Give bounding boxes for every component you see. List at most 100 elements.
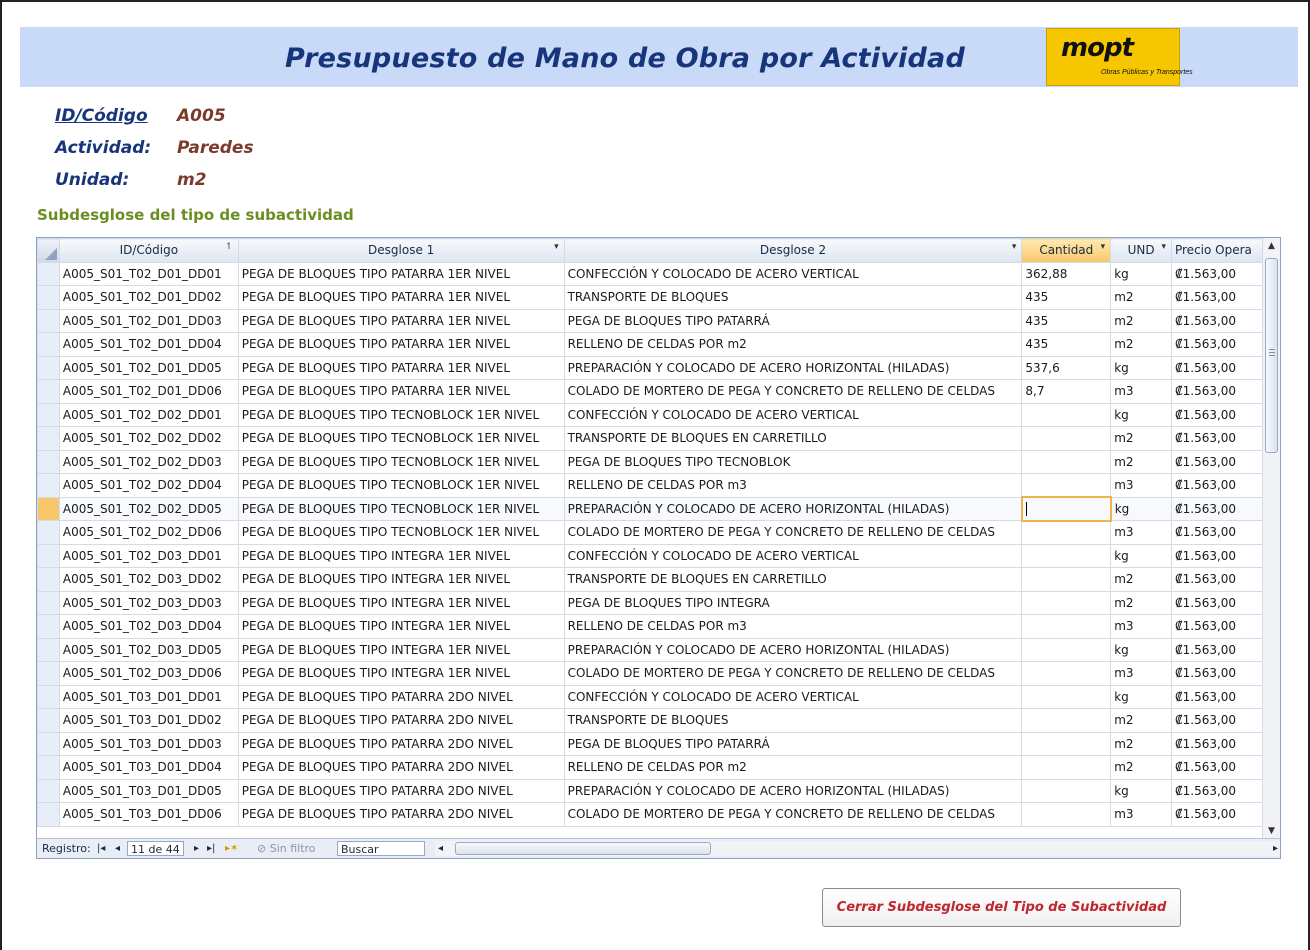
cell-desglose1[interactable]: PEGA DE BLOQUES TIPO PATARRA 1ER NIVEL (237, 379, 565, 404)
cell-cantidad[interactable] (1021, 402, 1112, 427)
cell-precio[interactable]: ₡1.563,00 (1170, 614, 1264, 639)
first-record-icon[interactable]: |◂ (97, 841, 105, 856)
cell-und[interactable]: kg (1110, 543, 1172, 568)
cell-id[interactable]: A005_S01_T03_D01_DD02 (58, 708, 239, 733)
table-row[interactable]: A005_S01_T02_D03_DD02 PEGA DE BLOQUES TIP… (37, 567, 1264, 592)
cell-und[interactable]: kg (1110, 355, 1172, 380)
table-row[interactable]: A005_S01_T02_D03_DD05 PEGA DE BLOQUES TIP… (37, 637, 1264, 662)
table-row[interactable]: A005_S01_T02_D01_DD01 PEGA DE BLOQUES TIP… (37, 261, 1264, 286)
last-record-icon[interactable]: ▸| (207, 841, 215, 856)
cell-id[interactable]: A005_S01_T02_D03_DD02 (58, 567, 239, 592)
cell-id[interactable]: A005_S01_T02_D01_DD06 (58, 379, 239, 404)
dropdown-arrow-icon[interactable]: ▾ (1161, 242, 1166, 252)
dropdown-arrow-icon[interactable]: ▾ (1012, 242, 1017, 252)
cell-precio[interactable]: ₡1.563,00 (1170, 379, 1264, 404)
cell-desglose2[interactable]: RELLENO DE CELDAS POR m2 (563, 332, 1023, 357)
cell-desglose2[interactable]: PEGA DE BLOQUES TIPO TECNOBLOK (563, 449, 1023, 474)
dropdown-arrow-icon[interactable]: ▾ (554, 242, 559, 252)
row-selector[interactable] (37, 614, 60, 639)
cell-precio[interactable]: ₡1.563,00 (1170, 308, 1264, 333)
cell-precio[interactable]: ₡1.563,00 (1170, 731, 1264, 756)
cell-cantidad[interactable] (1021, 637, 1112, 662)
cell-id[interactable]: A005_S01_T02_D03_DD04 (58, 614, 239, 639)
cell-desglose1[interactable]: PEGA DE BLOQUES TIPO TECNOBLOCK 1ER NIVE… (237, 496, 565, 521)
cell-cantidad[interactable] (1021, 731, 1112, 756)
cell-precio[interactable]: ₡1.563,00 (1170, 661, 1264, 686)
cell-cantidad[interactable] (1021, 802, 1112, 827)
cell-und[interactable]: m2 (1110, 449, 1172, 474)
cell-precio[interactable]: ₡1.563,00 (1170, 567, 1264, 592)
cell-desglose2[interactable]: PEGA DE BLOQUES TIPO INTEGRA (563, 590, 1023, 615)
cell-precio[interactable]: ₡1.563,00 (1170, 285, 1264, 310)
hscroll-thumb[interactable] (455, 842, 711, 855)
row-selector[interactable] (37, 661, 60, 686)
cell-und[interactable]: m2 (1110, 567, 1172, 592)
cell-precio[interactable]: ₡1.563,00 (1170, 496, 1264, 521)
col-header-und[interactable]: UND ▾ (1110, 238, 1172, 263)
cell-und[interactable]: m2 (1110, 731, 1172, 756)
cell-desglose2[interactable]: PREPARACIÓN Y COLOCADO DE ACERO HORIZONT… (563, 637, 1023, 662)
col-header-precio[interactable]: Precio Opera (1170, 238, 1264, 263)
cell-desglose1[interactable]: PEGA DE BLOQUES TIPO INTEGRA 1ER NIVEL (237, 590, 565, 615)
cell-precio[interactable]: ₡1.563,00 (1170, 332, 1264, 357)
row-selector[interactable] (37, 285, 60, 310)
row-selector[interactable] (37, 708, 60, 733)
row-selector[interactable] (37, 637, 60, 662)
cell-id[interactable]: A005_S01_T02_D01_DD04 (58, 332, 239, 357)
row-selector[interactable] (37, 778, 60, 803)
row-selector[interactable] (37, 402, 60, 427)
cell-und[interactable]: m2 (1110, 285, 1172, 310)
table-row[interactable]: A005_S01_T02_D03_DD06 PEGA DE BLOQUES TIP… (37, 661, 1264, 686)
cell-desglose1[interactable]: PEGA DE BLOQUES TIPO TECNOBLOCK 1ER NIVE… (237, 473, 565, 498)
cell-desglose2[interactable]: CONFECCIÓN Y COLOCADO DE ACERO VERTICAL (563, 543, 1023, 568)
table-row[interactable]: A005_S01_T02_D02_DD05 PEGA DE BLOQUES TIP… (37, 496, 1264, 522)
select-all-corner[interactable] (37, 238, 60, 263)
cell-und[interactable]: kg (1110, 637, 1172, 662)
cell-desglose1[interactable]: PEGA DE BLOQUES TIPO TECNOBLOCK 1ER NIVE… (237, 402, 565, 427)
cell-precio[interactable]: ₡1.563,00 (1170, 802, 1264, 827)
cell-desglose1[interactable]: PEGA DE BLOQUES TIPO TECNOBLOCK 1ER NIVE… (237, 426, 565, 451)
cell-cantidad[interactable] (1021, 684, 1112, 709)
cell-cantidad[interactable]: 537,6 (1021, 355, 1112, 380)
table-row[interactable]: A005_S01_T02_D01_DD03 PEGA DE BLOQUES TIP… (37, 308, 1264, 333)
cell-id[interactable]: A005_S01_T02_D03_DD05 (58, 637, 239, 662)
sort-ascending-icon[interactable]: ↿ (225, 242, 233, 252)
scroll-left-icon[interactable]: ◂ (438, 841, 443, 856)
table-row[interactable]: A005_S01_T03_D01_DD05 PEGA DE BLOQUES TIP… (37, 778, 1264, 803)
search-input[interactable]: Buscar (337, 841, 425, 856)
cell-desglose2[interactable]: RELLENO DE CELDAS POR m3 (563, 473, 1023, 498)
table-row[interactable]: A005_S01_T02_D02_DD06 PEGA DE BLOQUES TIP… (37, 520, 1264, 545)
cell-desglose2[interactable]: CONFECCIÓN Y COLOCADO DE ACERO VERTICAL (563, 261, 1023, 286)
row-selector[interactable] (37, 496, 60, 521)
cell-precio[interactable]: ₡1.563,00 (1170, 684, 1264, 709)
cell-desglose2[interactable]: COLADO DE MORTERO DE PEGA Y CONCRETO DE … (563, 379, 1023, 404)
cell-desglose2[interactable]: TRANSPORTE DE BLOQUES (563, 285, 1023, 310)
row-selector[interactable] (37, 426, 60, 451)
cell-precio[interactable]: ₡1.563,00 (1170, 637, 1264, 662)
row-selector[interactable] (37, 332, 60, 357)
cell-precio[interactable]: ₡1.563,00 (1170, 426, 1264, 451)
cell-id[interactable]: A005_S01_T03_D01_DD01 (58, 684, 239, 709)
cell-desglose2[interactable]: CONFECCIÓN Y COLOCADO DE ACERO VERTICAL (563, 402, 1023, 427)
cell-desglose2[interactable]: TRANSPORTE DE BLOQUES EN CARRETILLO (563, 426, 1023, 451)
cell-und[interactable]: m2 (1110, 426, 1172, 451)
row-selector[interactable] (37, 590, 60, 615)
cell-id[interactable]: A005_S01_T02_D03_DD06 (58, 661, 239, 686)
table-row[interactable]: A005_S01_T02_D01_DD02 PEGA DE BLOQUES TIP… (37, 285, 1264, 310)
cell-desglose2[interactable]: RELLENO DE CELDAS POR m2 (563, 755, 1023, 780)
cell-und[interactable]: kg (1110, 402, 1172, 427)
cell-desglose1[interactable]: PEGA DE BLOQUES TIPO PATARRA 2DO NIVEL (237, 731, 565, 756)
cell-cantidad[interactable] (1021, 778, 1112, 803)
cell-und[interactable]: m3 (1110, 520, 1172, 545)
cell-id[interactable]: A005_S01_T02_D01_DD01 (58, 261, 239, 286)
cell-und[interactable]: kg (1110, 778, 1172, 803)
cell-precio[interactable]: ₡1.563,00 (1170, 778, 1264, 803)
cell-cantidad[interactable] (1021, 590, 1112, 615)
cell-desglose2[interactable]: COLADO DE MORTERO DE PEGA Y CONCRETO DE … (563, 802, 1023, 827)
cell-und[interactable]: m2 (1110, 755, 1172, 780)
cell-cantidad[interactable] (1021, 473, 1112, 498)
table-row[interactable]: A005_S01_T03_D01_DD06 PEGA DE BLOQUES TIP… (37, 802, 1264, 827)
cell-precio[interactable]: ₡1.563,00 (1170, 355, 1264, 380)
cell-desglose1[interactable]: PEGA DE BLOQUES TIPO PATARRA 2DO NIVEL (237, 684, 565, 709)
cell-precio[interactable]: ₡1.563,00 (1170, 402, 1264, 427)
